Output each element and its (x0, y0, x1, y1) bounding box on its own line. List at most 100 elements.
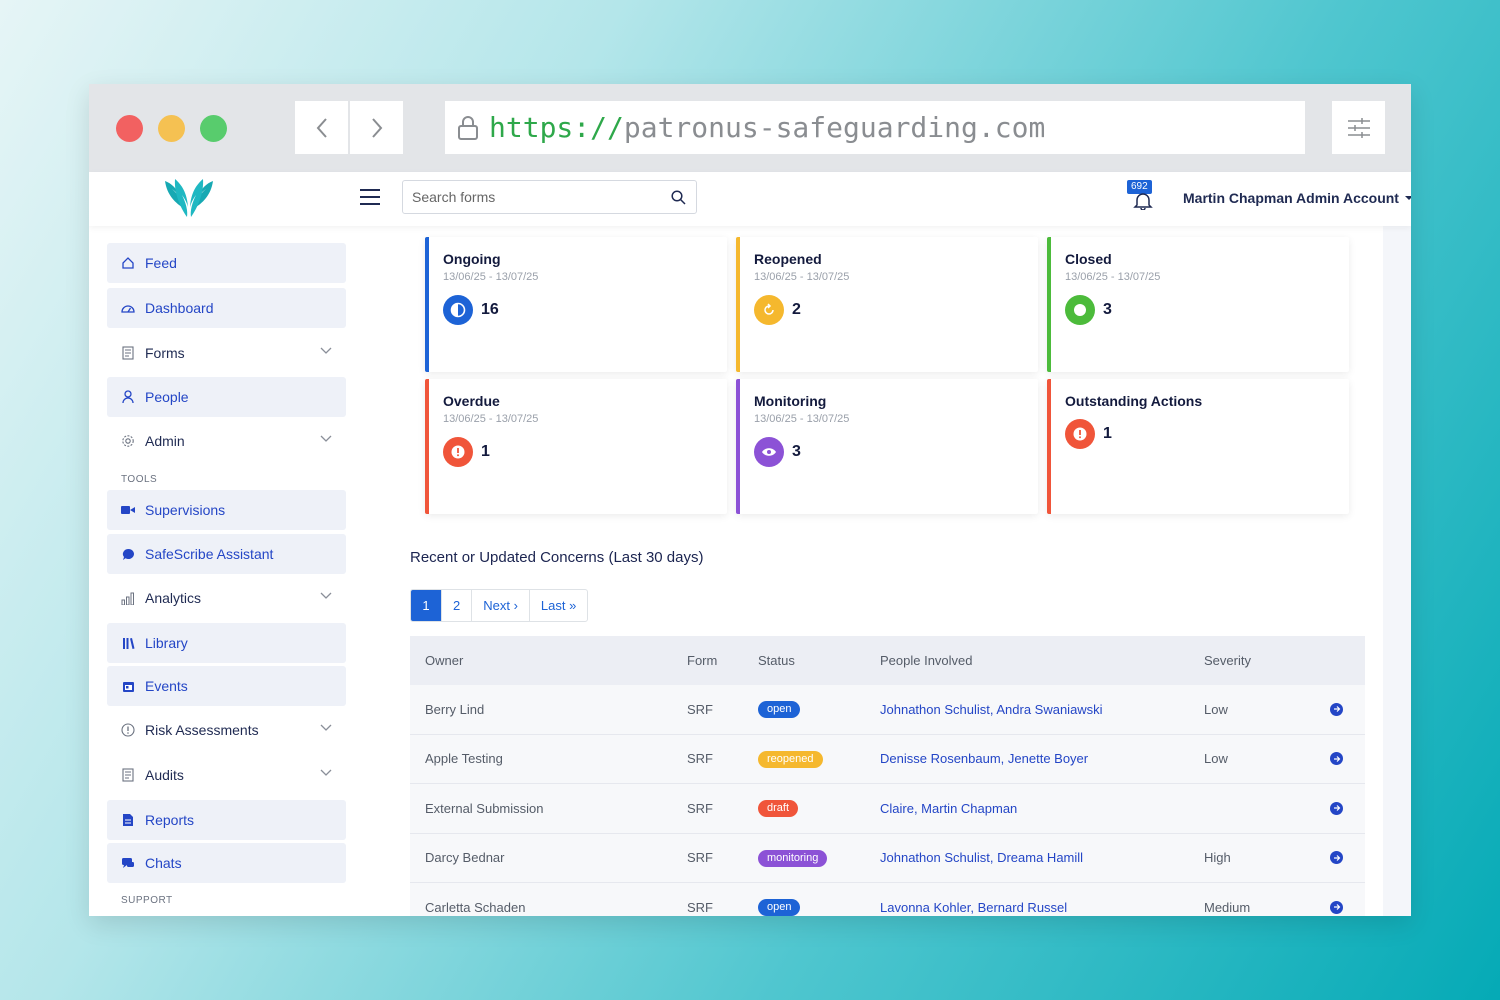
alert-icon (1065, 419, 1095, 449)
table-row[interactable]: Apple Testing SRF reopened Denisse Rosenbau… (410, 734, 1365, 784)
card-date-range: 13/06/25 - 13/07/25 (443, 271, 539, 283)
open-concern-button[interactable] (1330, 702, 1343, 716)
card-outstanding-actions[interactable]: Outstanding Actions 1 (1047, 379, 1349, 514)
owner-cell: Apple Testing (425, 751, 503, 767)
card-date-range: 13/06/25 - 13/07/25 (1065, 271, 1161, 283)
sidebar-item-supervisions[interactable]: Supervisions (107, 490, 346, 530)
card-value: 1 (1065, 419, 1112, 449)
arrow-right-icon (1330, 801, 1343, 815)
browser-settings-button[interactable] (1332, 101, 1385, 154)
table-row[interactable]: Carletta Schaden SRF open Lavonna Kohler, B… (410, 883, 1365, 916)
sidebar-item-label: Risk Assessments (145, 722, 259, 738)
sidebar-item-audits[interactable]: Audits (107, 755, 346, 795)
sidebar-item-events[interactable]: Events (107, 666, 346, 706)
sidebar-item-label: People (145, 389, 189, 405)
owner-cell: Carletta Schaden (425, 899, 526, 915)
people-involved-link[interactable]: Johnathon Schulist, Andra Swaniawski (880, 702, 1103, 717)
card-reopened[interactable]: Reopened 13/06/25 - 13/07/25 2 (736, 237, 1038, 372)
page-1-button[interactable]: 1 (411, 590, 442, 621)
people-involved-link[interactable]: Denisse Rosenbaum, Jenette Boyer (880, 751, 1088, 766)
dashboard-panel: Ongoing 13/06/25 - 13/07/25 16 Reopened 13/0… (365, 226, 1383, 916)
sliders-icon (1347, 117, 1370, 138)
sidebar-item-feed[interactable]: Feed (107, 243, 346, 283)
sidebar-item-label: Library (145, 635, 188, 651)
people-involved-link[interactable]: Claire, Martin Chapman (880, 801, 1017, 816)
search-input[interactable] (412, 189, 671, 205)
form-cell: SRF (687, 701, 713, 717)
address-bar[interactable]: https://patronus-safeguarding.com (445, 101, 1305, 154)
column-header-form[interactable]: Form (687, 653, 717, 668)
close-window-button[interactable] (116, 115, 143, 142)
column-header-severity[interactable]: Severity (1204, 653, 1251, 668)
account-menu[interactable]: Martin Chapman Admin Account (1183, 190, 1411, 206)
dashboard-icon (121, 301, 135, 315)
chevron-down-icon (320, 724, 332, 731)
maximize-window-button[interactable] (200, 115, 227, 142)
sidebar-item-reports[interactable]: Reports (107, 800, 346, 840)
sidebar-item-safescribe-assistant[interactable]: SafeScribe Assistant (107, 534, 346, 574)
card-monitoring[interactable]: Monitoring 13/06/25 - 13/07/25 3 (736, 379, 1038, 514)
sidebar-item-people[interactable]: People (107, 377, 346, 417)
card-ongoing[interactable]: Ongoing 13/06/25 - 13/07/25 16 (425, 237, 727, 372)
sidebar-item-label: Analytics (145, 590, 202, 606)
url-host: patronus-safeguarding.com (623, 111, 1046, 144)
caret-down-icon (1404, 196, 1411, 200)
people-involved-link[interactable]: Johnathon Schulist, Dreama Hamill (880, 850, 1083, 865)
card-overdue[interactable]: Overdue 13/06/25 - 13/07/25 1 (425, 379, 727, 514)
form-cell: SRF (687, 850, 713, 866)
open-concern-button[interactable] (1330, 900, 1343, 914)
lock-icon (457, 115, 479, 141)
refresh-icon (754, 295, 784, 325)
people-involved-link[interactable]: Lavonna Kohler, Bernard Russel (880, 900, 1067, 915)
card-closed[interactable]: Closed 13/06/25 - 13/07/25 3 (1047, 237, 1349, 372)
sidebar-item-dashboard[interactable]: Dashboard (107, 288, 346, 328)
last-page-button[interactable]: Last » (530, 590, 587, 621)
card-value: 16 (443, 295, 499, 325)
open-concern-button[interactable] (1330, 752, 1343, 766)
form-cell: SRF (687, 800, 713, 816)
status-cell: open (758, 898, 801, 916)
page-2-button[interactable]: 2 (442, 590, 473, 621)
column-header-status[interactable]: Status (758, 653, 795, 668)
card-count: 1 (1103, 425, 1112, 442)
minimize-window-button[interactable] (158, 115, 185, 142)
next-page-button[interactable]: Next › (472, 590, 530, 621)
report-icon (121, 813, 135, 827)
column-header-owner[interactable]: Owner (425, 653, 463, 668)
status-cell: reopened (758, 750, 823, 768)
search-forms-field[interactable] (402, 180, 697, 214)
sidebar-item-label: SafeScribe Assistant (145, 546, 274, 562)
status-cell: draft (758, 799, 799, 818)
open-concern-button[interactable] (1330, 801, 1343, 815)
browser-window: https://patronus-safeguarding.com 692 (89, 84, 1411, 916)
sidebar-item-risk-assessments[interactable]: Risk Assessments (107, 710, 346, 750)
patronus-logo[interactable] (161, 177, 217, 228)
back-button[interactable] (295, 101, 348, 154)
concerns-table: Owner Form Status People Involved Severi… (410, 636, 1365, 916)
notifications-button[interactable]: 692 (1127, 180, 1159, 216)
bell-icon (1133, 193, 1153, 210)
sidebar-item-chats[interactable]: Chats (107, 843, 346, 883)
arrow-right-icon (1330, 900, 1343, 914)
table-row[interactable]: Darcy Bednar SRF monitoring Johnathon Schul… (410, 833, 1365, 883)
column-header-people-involved[interactable]: People Involved (880, 653, 973, 668)
table-row[interactable]: External Submission SRF draft Claire, Marti… (410, 784, 1365, 834)
app-header: 692 Martin Chapman Admin Account (89, 172, 1411, 226)
table-row[interactable]: Berry Lind SRF open Johnathon Schulist, And… (410, 685, 1365, 735)
open-concern-button[interactable] (1330, 851, 1343, 865)
support-section-label: SUPPORT (121, 895, 173, 906)
chevron-down-icon (320, 592, 332, 599)
chevron-right-icon (371, 117, 382, 138)
sidebar-item-label: Forms (145, 345, 185, 361)
forward-button[interactable] (350, 101, 403, 154)
hamburger-menu-icon[interactable] (359, 188, 381, 211)
sidebar-item-library[interactable]: Library (107, 623, 346, 663)
sidebar-item-admin[interactable]: Admin (107, 421, 346, 461)
card-title: Closed (1065, 251, 1112, 267)
table-header: Owner Form Status People Involved Severi… (410, 636, 1365, 685)
sidebar-item-forms[interactable]: Forms (107, 333, 346, 373)
sidebar-item-label: Reports (145, 812, 195, 828)
card-count: 3 (792, 443, 801, 460)
sidebar-item-analytics[interactable]: Analytics (107, 578, 346, 618)
search-icon[interactable] (671, 189, 686, 205)
